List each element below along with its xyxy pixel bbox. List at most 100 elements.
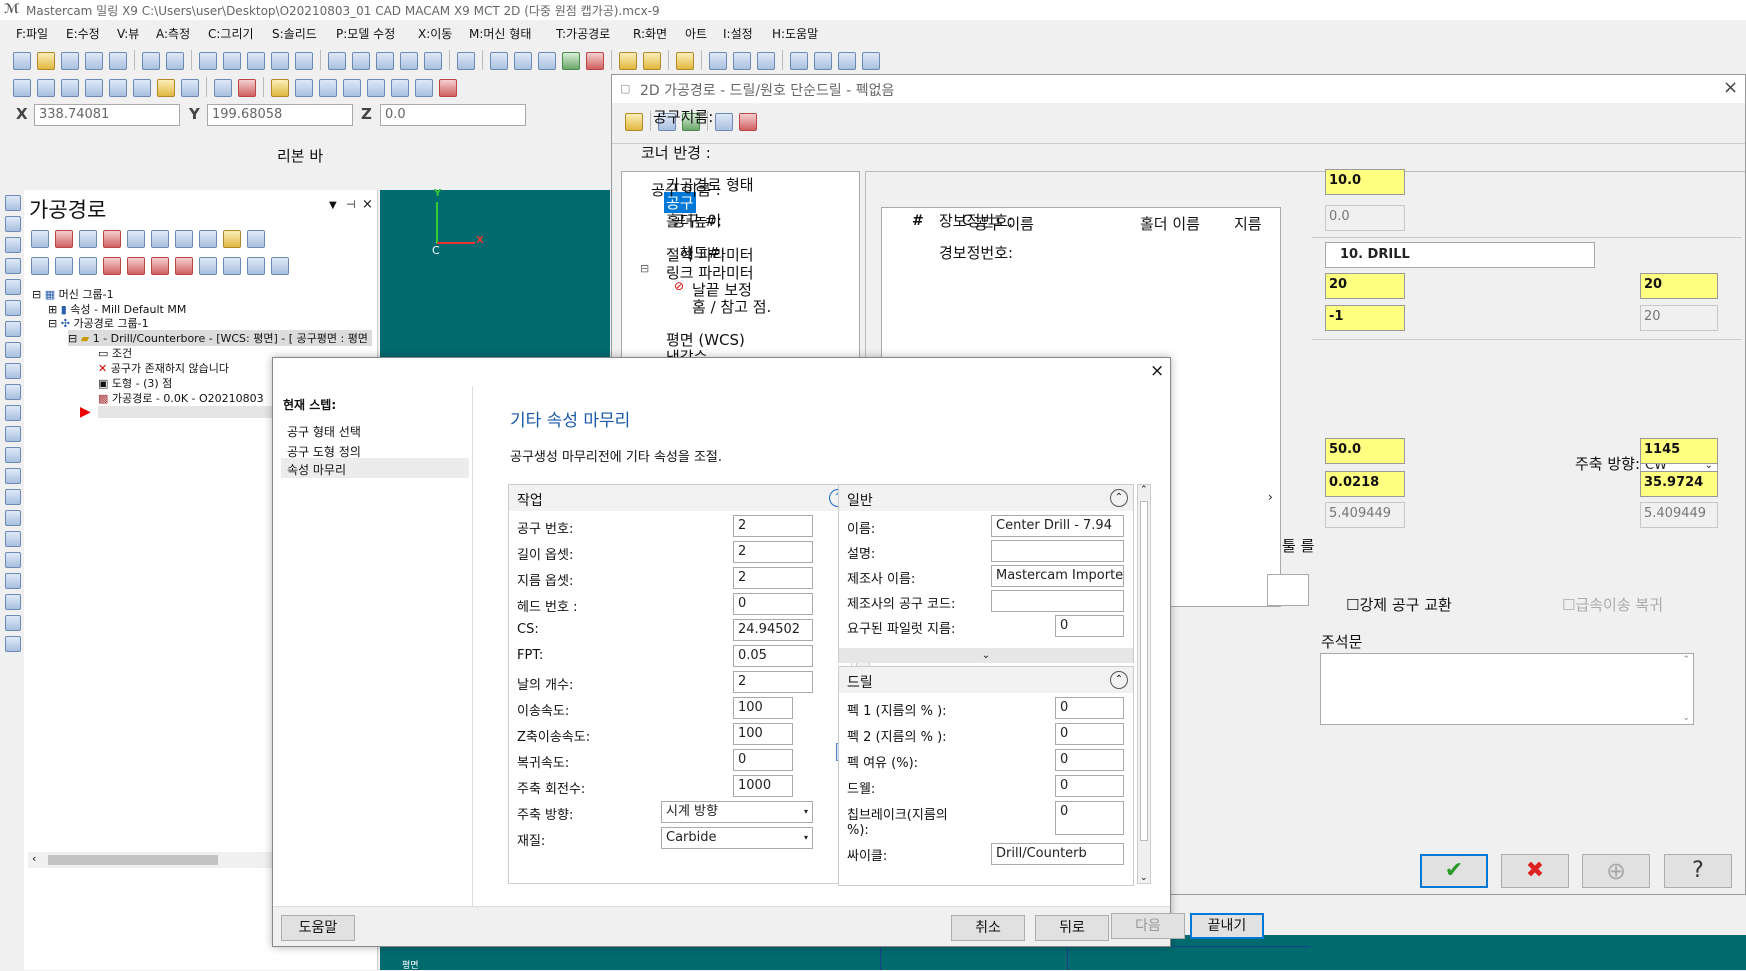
sphere-icon[interactable] [514,52,532,70]
row-value-field[interactable]: 2 [733,515,813,537]
side-tool-2-icon[interactable] [5,237,21,253]
ok-check-button[interactable]: ✔ [1420,854,1488,888]
info-icon[interactable] [247,230,265,248]
side-tool-20-icon[interactable] [5,615,21,631]
verify-icon[interactable] [151,230,169,248]
row-value-field[interactable]: 0 [1055,697,1124,719]
col-diameter[interactable]: 지름 [1234,213,1262,234]
row-value-field[interactable] [991,590,1124,612]
force-tool-change[interactable]: ☐강제 공구 교환 [1346,594,1452,615]
move-down-icon[interactable] [103,257,121,275]
graphics-viewport[interactable]: Y X C [380,188,610,360]
row-value-field[interactable]: 0 [1055,775,1124,797]
side-tool-13-icon[interactable] [5,468,21,484]
side-tool-6-icon[interactable] [5,321,21,337]
side-tool-1-icon[interactable] [5,216,21,232]
side-tool-19-icon[interactable] [5,594,21,610]
print-icon[interactable] [85,52,103,70]
feed-field[interactable]: 50.0 [1325,438,1405,464]
menu-item-4[interactable]: C:그리기 [208,25,254,42]
pencil2-icon[interactable] [643,52,661,70]
layout-icon[interactable] [862,52,880,70]
menu-item-0[interactable]: F:파일 [16,25,48,42]
rapid-retract[interactable]: ☐급속이송 복귀 [1562,594,1663,615]
side-tool-4-icon[interactable] [5,279,21,295]
toggle-post-icon[interactable] [79,257,97,275]
side-tool-16-icon[interactable] [5,531,21,547]
rotate-icon[interactable] [328,52,346,70]
row-value-field[interactable]: Drill/Counterb [991,843,1124,865]
row-value-field[interactable]: Center Drill - 7.94 [991,515,1124,537]
globe-icon[interactable] [490,52,508,70]
row-value-field[interactable] [991,540,1124,562]
menu-item-7[interactable]: X:이동 [418,25,452,42]
sim-icon[interactable] [175,230,193,248]
comment-textarea[interactable]: ⌃ ⌄ [1320,653,1694,725]
pin-icon[interactable]: ⊣ [346,198,356,211]
row-value-field[interactable]: 2 [733,567,813,589]
sigma-icon[interactable] [838,52,856,70]
row-value-field[interactable]: 2 [733,541,813,563]
z-coord-field[interactable]: 0.0 [380,104,526,126]
view-front-icon[interactable] [376,52,394,70]
side-tool-18-icon[interactable] [5,573,21,589]
help-button[interactable]: 도움말 [281,915,355,941]
menu-item-2[interactable]: V:뷰 [117,25,139,42]
row-value-field[interactable]: 0 [733,593,813,615]
trim-icon[interactable] [214,79,232,97]
col-number[interactable]: # [912,213,924,229]
side-tool-3-icon[interactable] [5,258,21,274]
zoom-window-icon[interactable] [223,52,241,70]
tool-icon[interactable] [625,113,643,131]
side-tool-8-icon[interactable] [5,363,21,379]
x-coord-field[interactable]: 338.74081 [34,104,180,126]
rpm-field[interactable]: 1145 [1640,438,1718,464]
corner-field[interactable]: 0.0 [1325,205,1405,231]
head-field[interactable]: -1 [1325,305,1405,331]
step-select-type[interactable]: 공구 형태 선택 [287,423,361,440]
check-help-icon[interactable] [709,52,727,70]
regen-icon[interactable] [79,230,97,248]
add-plus-button[interactable]: ⊕ [1582,854,1650,888]
side-tool-15-icon[interactable] [5,510,21,526]
display-icon[interactable] [271,257,289,275]
print-preview-icon[interactable] [109,52,127,70]
side-tool-21-icon[interactable] [5,636,21,652]
view-right-icon[interactable] [400,52,418,70]
shade-green-icon[interactable] [562,52,580,70]
menu-item-1[interactable]: E:수정 [66,25,100,42]
settings-icon[interactable] [790,52,808,70]
side-tool-10-icon[interactable] [5,405,21,421]
menu-item-11[interactable]: 아트 [685,25,707,42]
redo-icon[interactable] [166,52,184,70]
deselect-icon[interactable] [55,230,73,248]
work-group-header[interactable]: 작업 ⌃ [509,485,851,511]
collapse-general-icon[interactable]: ⌃ [1110,489,1128,507]
menu-item-3[interactable]: A:측정 [156,25,190,42]
undo-icon[interactable] [142,52,160,70]
rotate-xform-icon[interactable] [343,79,361,97]
row-value-field[interactable]: 0.05 [733,645,813,667]
arc-icon[interactable] [109,79,127,97]
step-finish-props[interactable]: 속성 마무리 [287,461,346,478]
line-icon[interactable] [37,79,55,97]
move-up-icon[interactable] [127,257,145,275]
menu-item-12[interactable]: I:설정 [723,25,753,42]
dialog-close-icon[interactable]: × [1723,77,1738,98]
general-group-header[interactable]: 일반 ⌃ [839,485,1133,511]
help-question-button[interactable]: ? [1664,854,1732,888]
row-value-field[interactable]: Carbide ▾ [661,827,813,849]
fit-icon[interactable] [199,52,217,70]
spline-icon[interactable] [133,79,151,97]
shade-red-icon[interactable] [586,52,604,70]
post-icon[interactable] [199,230,217,248]
side-tool-5-icon[interactable] [5,300,21,316]
mirror-icon[interactable] [319,79,337,97]
scale-icon[interactable] [367,79,385,97]
brush-icon[interactable] [676,52,694,70]
side-tool-7-icon[interactable] [5,342,21,358]
pencil-icon[interactable] [619,52,637,70]
point-icon[interactable] [13,79,31,97]
preview-icon[interactable] [715,113,733,131]
row-value-field[interactable]: 2 [733,671,813,693]
